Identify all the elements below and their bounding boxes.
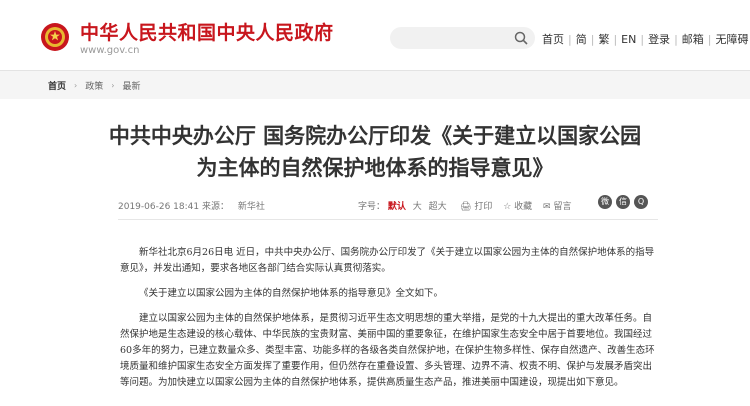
nav-separator: | xyxy=(568,32,572,46)
nav-login[interactable]: 登录 xyxy=(648,31,670,47)
qq-icon[interactable]: Q xyxy=(634,195,648,209)
favorite-button[interactable]: 收藏 xyxy=(514,202,532,212)
favorite-icon[interactable]: ☆ xyxy=(503,202,511,212)
search-input[interactable] xyxy=(390,27,535,49)
nav-home[interactable]: 首页 xyxy=(542,31,564,47)
breadcrumb: 首页 › 政策 › 最新 xyxy=(48,79,140,92)
share-buttons: 微 信 Q xyxy=(598,195,648,209)
breadcrumb-home[interactable]: 首页 xyxy=(48,79,66,92)
font-size-xlarge[interactable]: 超大 xyxy=(429,202,447,212)
article-paragraph: 新华社北京6月26日电 近日，中共中央办公厅、国务院办公厅印发了《关于建立以国家… xyxy=(120,247,655,274)
nav-separator: | xyxy=(640,32,645,46)
article-meta: 2019-06-26 18:41 来源： 新华社 字号： 默认 大 超大 🖨 打… xyxy=(118,195,658,215)
top-nav: 首页 | 简 | 繁 | EN | 登录 | 邮箱 | 无障碍 xyxy=(542,31,749,47)
site-name[interactable]: 中华人民共和国中央人民政府 xyxy=(80,18,334,45)
source-label: 来源： xyxy=(201,202,229,212)
nav-english[interactable]: EN xyxy=(621,33,636,46)
chevron-right-icon: › xyxy=(111,81,115,90)
font-size-large[interactable]: 大 xyxy=(413,202,422,212)
article-body: 新华社北京6月26日电 近日，中共中央办公厅、国务院办公厅印发了《关于建立以国家… xyxy=(120,245,655,400)
print-icon[interactable]: 🖨 xyxy=(460,202,471,212)
article-date: 2019-06-26 18:41 xyxy=(118,202,200,212)
article-tools: 🖨 打印 ☆ 收藏 ✉ 留言 xyxy=(460,199,571,212)
site-url: www.gov.cn xyxy=(80,45,140,56)
font-size-default[interactable]: 默认 xyxy=(388,202,406,212)
print-button[interactable]: 打印 xyxy=(474,202,492,212)
breadcrumb-policy[interactable]: 政策 xyxy=(85,79,103,92)
nav-simplified[interactable]: 简 xyxy=(576,31,587,47)
comment-icon[interactable]: ✉ xyxy=(543,202,551,212)
nav-mail[interactable]: 邮箱 xyxy=(682,31,704,47)
nav-separator: | xyxy=(674,32,678,46)
article-paragraph: 《关于建立以国家公园为主体的自然保护地体系的指导意见》全文如下。 xyxy=(139,288,444,299)
nav-accessibility[interactable]: 无障碍 xyxy=(716,31,749,47)
breadcrumb-latest[interactable]: 最新 xyxy=(122,79,140,92)
meta-divider xyxy=(118,219,658,220)
breadcrumb-bar: 首页 › 政策 › 最新 xyxy=(0,71,750,99)
nav-traditional[interactable]: 繁 xyxy=(598,31,609,47)
article-title: 中共中央办公厅 国务院办公厅印发《关于建立以国家公园为主体的自然保护地体系的指导… xyxy=(108,124,642,180)
chevron-right-icon: › xyxy=(74,81,78,90)
nav-separator: | xyxy=(590,32,595,46)
search-icon[interactable] xyxy=(513,30,529,46)
font-size-selector: 字号： 默认 大 超大 xyxy=(358,199,447,212)
nav-separator: | xyxy=(613,32,618,46)
national-emblem-icon[interactable] xyxy=(40,22,70,52)
weibo-icon[interactable]: 微 xyxy=(598,195,612,209)
article-source: 新华社 xyxy=(237,202,265,212)
font-size-label: 字号： xyxy=(358,202,386,212)
article-date-source: 2019-06-26 18:41 来源： 新华社 xyxy=(118,199,265,212)
site-header: 中华人民共和国中央人民政府 www.gov.cn 首页 | 简 | 繁 | EN… xyxy=(0,0,750,71)
article-paragraph: 建立以国家公园为主体的自然保护地体系，是贯彻习近平生态文明思想的重大举措，是党的… xyxy=(120,313,655,388)
comment-button[interactable]: 留言 xyxy=(553,202,571,212)
wechat-icon[interactable]: 信 xyxy=(616,195,630,209)
nav-separator: | xyxy=(707,32,712,46)
